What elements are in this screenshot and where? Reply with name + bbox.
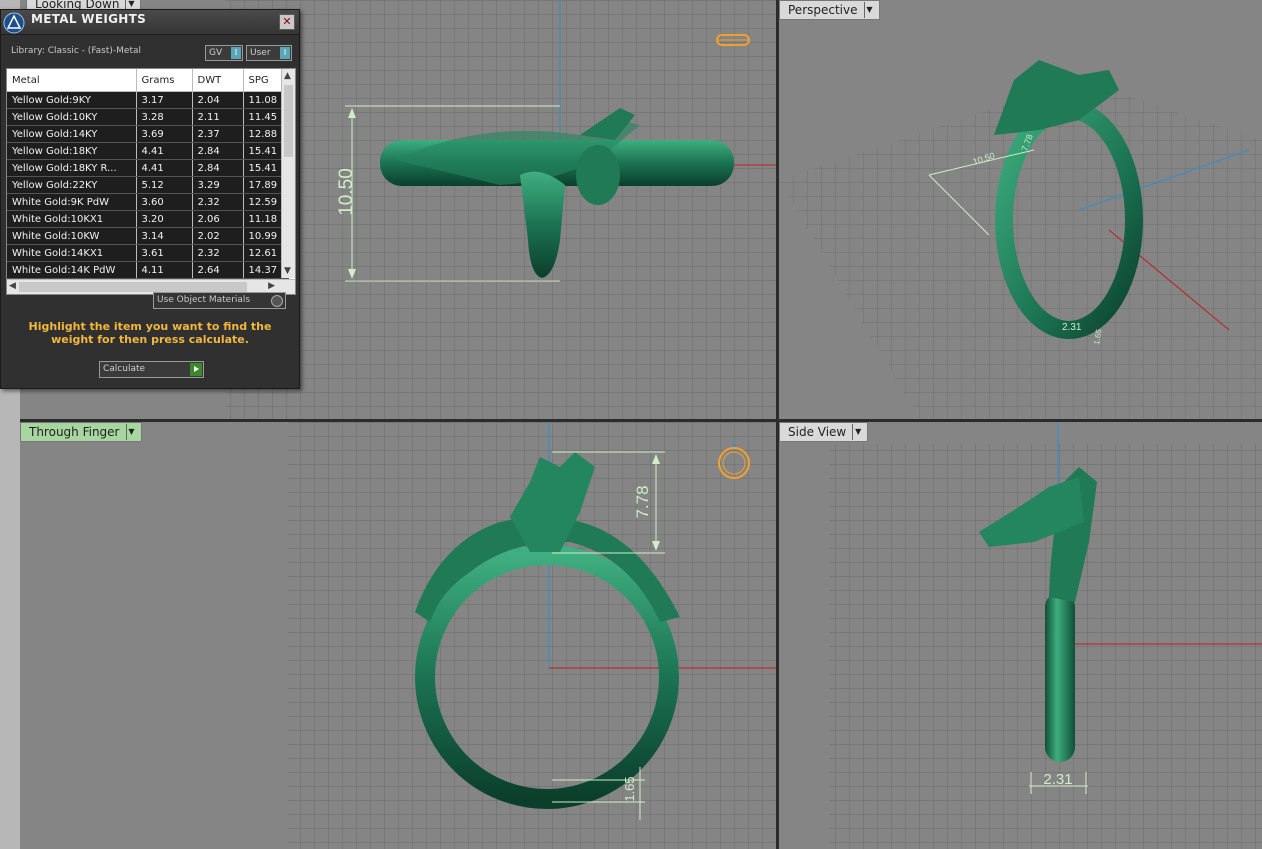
metal-table[interactable]: Metal Grams DWT SPG Yellow Gold:9KY 3.17 2… xyxy=(6,68,296,295)
instruction-text: Highlight the item you want to find the … xyxy=(28,320,272,346)
toggle-icon: I xyxy=(231,47,241,59)
cell-grams: 3.69 xyxy=(136,125,193,143)
viewport-label-text: Side View xyxy=(788,425,847,439)
play-icon[interactable] xyxy=(190,363,202,376)
panel-titlebar[interactable]: METAL WEIGHTS ✕ xyxy=(1,10,299,35)
chevron-down-icon[interactable]: ▼ xyxy=(863,2,875,18)
cell-grams: 3.20 xyxy=(136,210,193,228)
cell-dwt: 2.84 xyxy=(192,142,244,160)
table-row[interactable]: Yellow Gold:10KY 3.28 2.11 11.45 xyxy=(7,108,289,126)
cell-dwt: 2.06 xyxy=(192,210,244,228)
scroll-up-icon[interactable]: ▲ xyxy=(284,71,291,81)
cell-dwt: 2.02 xyxy=(192,227,244,245)
table-row[interactable]: Yellow Gold:18KY R... 4.41 2.84 15.41 xyxy=(7,159,289,177)
table-row[interactable]: White Gold:10KX1 3.20 2.06 11.18 xyxy=(7,210,289,228)
column-header-dwt[interactable]: DWT xyxy=(192,69,244,92)
scroll-down-icon[interactable]: ▼ xyxy=(284,266,291,276)
dimension-height-label: 10.50 xyxy=(336,168,357,216)
user-toggle[interactable]: User I xyxy=(246,45,292,61)
table-row[interactable]: Yellow Gold:9KY 3.17 2.04 11.08 xyxy=(7,91,289,109)
cell-dwt: 2.04 xyxy=(192,91,244,109)
gv-toggle[interactable]: GV I xyxy=(205,45,243,61)
cell-dwt: 2.64 xyxy=(192,261,244,279)
scroll-thumb[interactable] xyxy=(19,282,247,292)
cell-metal: White Gold:14KX1 xyxy=(7,244,137,262)
calculate-button[interactable]: Calculate xyxy=(99,361,204,378)
cell-grams: 3.17 xyxy=(136,91,193,109)
head-height-label: 7.78 xyxy=(633,485,652,518)
viewport-perspective-canvas: 10.50 7.78 2.31 1.65 xyxy=(779,60,1262,419)
library-label: Library: Classic - (Fast)-Metal xyxy=(11,46,142,56)
table-row[interactable]: Yellow Gold:14KY 3.69 2.37 12.88 xyxy=(7,125,289,143)
use-object-materials-label: Use Object Materials xyxy=(157,295,251,305)
cell-dwt: 2.84 xyxy=(192,159,244,177)
cell-grams: 4.11 xyxy=(136,261,193,279)
cell-metal: Yellow Gold:14KY xyxy=(7,125,137,143)
table-row[interactable]: White Gold:14KX1 3.61 2.32 12.61 xyxy=(7,244,289,262)
chevron-down-icon[interactable]: ▼ xyxy=(125,424,137,440)
radio-icon[interactable] xyxy=(271,295,283,307)
viewport-perspective[interactable]: 10.50 7.78 2.31 1.65 Perspective ▼ xyxy=(779,0,1262,419)
table-row[interactable]: Yellow Gold:18KY 4.41 2.84 15.41 xyxy=(7,142,289,160)
app-logo-icon xyxy=(3,12,25,34)
cell-grams: 3.61 xyxy=(136,244,193,262)
cell-metal: Yellow Gold:9KY xyxy=(7,91,137,109)
cell-metal: Yellow Gold:10KY xyxy=(7,108,137,126)
cell-grams: 4.41 xyxy=(136,159,193,177)
ring-cube-icon[interactable] xyxy=(714,31,752,49)
table-header-row: Metal Grams DWT SPG xyxy=(7,69,289,92)
column-header-grams[interactable]: Grams xyxy=(136,69,193,92)
band-width-label: 2.31 xyxy=(1043,771,1072,788)
metal-weights-panel: METAL WEIGHTS ✕ Library: Classic - (Fast… xyxy=(0,9,300,389)
ring-side xyxy=(1045,592,1075,762)
viewport-label-side-view[interactable]: Side View ▼ xyxy=(779,422,869,442)
scroll-thumb[interactable] xyxy=(284,85,293,157)
cell-dwt: 2.32 xyxy=(192,193,244,211)
cell-metal: White Gold:14K PdW xyxy=(7,261,137,279)
close-icon[interactable]: ✕ xyxy=(279,14,295,30)
column-header-metal[interactable]: Metal xyxy=(7,69,137,92)
viewport-label-text: Perspective xyxy=(788,3,858,17)
cell-metal: Yellow Gold:22KY xyxy=(7,176,137,194)
toggle-icon: I xyxy=(280,47,290,59)
table-row[interactable]: White Gold:9K PdW 3.60 2.32 12.59 xyxy=(7,193,289,211)
cell-grams: 5.12 xyxy=(136,176,193,194)
persp-band-label: 2.31 xyxy=(1062,322,1082,333)
viewport-through-finger[interactable]: 7.78 1.65 Through Finger ▼ xyxy=(20,422,776,849)
cell-dwt: 3.29 xyxy=(192,176,244,194)
chevron-down-icon[interactable]: ▼ xyxy=(852,424,863,440)
table-row[interactable]: White Gold:10KW 3.14 2.02 10.99 xyxy=(7,227,289,245)
table-row[interactable]: Yellow Gold:22KY 5.12 3.29 17.89 xyxy=(7,176,289,194)
scroll-left-icon[interactable]: ◀ xyxy=(9,281,16,291)
cell-grams: 3.14 xyxy=(136,227,193,245)
viewport-side-view-canvas: 2.31 xyxy=(829,422,1262,849)
cell-metal: White Gold:10KW xyxy=(7,227,137,245)
gv-toggle-label: GV xyxy=(209,48,223,58)
viewport-through-finger-canvas: 7.78 1.65 xyxy=(288,422,776,849)
cell-grams: 4.41 xyxy=(136,142,193,160)
panel-title: METAL WEIGHTS xyxy=(31,12,147,26)
cell-metal: Yellow Gold:18KY R... xyxy=(7,159,137,177)
cell-dwt: 2.32 xyxy=(192,244,244,262)
viewport-label-perspective[interactable]: Perspective ▼ xyxy=(779,0,880,20)
use-object-materials-option[interactable]: Use Object Materials xyxy=(153,292,286,309)
table-row[interactable]: White Gold:14K PdW 4.11 2.64 14.37 xyxy=(7,261,289,279)
calculate-label: Calculate xyxy=(103,364,146,374)
cell-dwt: 2.11 xyxy=(192,108,244,126)
cell-metal: White Gold:10KX1 xyxy=(7,210,137,228)
cell-dwt: 2.37 xyxy=(192,125,244,143)
cell-grams: 3.28 xyxy=(136,108,193,126)
viewport-side-view[interactable]: 2.31 Side View ▼ xyxy=(779,422,1262,849)
viewport-label-text: Through Finger xyxy=(29,425,120,439)
scroll-right-icon[interactable]: ▶ xyxy=(268,281,275,291)
cell-grams: 3.60 xyxy=(136,193,193,211)
ring-orbit-icon[interactable] xyxy=(714,442,754,482)
table-vertical-scrollbar[interactable]: ▲ ▼ xyxy=(281,69,295,278)
cell-metal: White Gold:9K PdW xyxy=(7,193,137,211)
viewport-label-through-finger[interactable]: Through Finger ▼ xyxy=(20,422,142,442)
cell-metal: Yellow Gold:18KY xyxy=(7,142,137,160)
user-toggle-label: User xyxy=(250,48,271,58)
band-thickness-label: 1.65 xyxy=(622,776,637,801)
